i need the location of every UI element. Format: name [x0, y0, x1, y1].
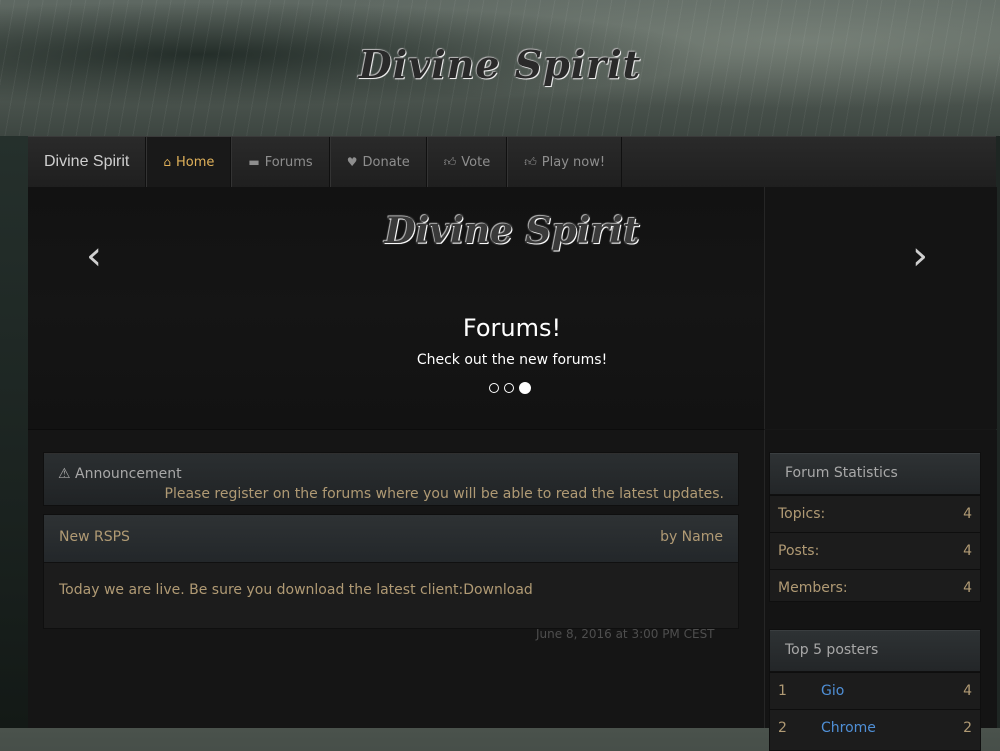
announcement-panel: ⚠ Announcement Please register on the fo… [43, 452, 739, 506]
main-container: Divine Spirit ⌂ Home ▬ Forums ♥ Donate 👍… [28, 136, 997, 751]
forum-statistics-panel: Forum Statistics Topics: 4 Posts: 4 Memb… [769, 452, 981, 602]
navbar-brand[interactable]: Divine Spirit [28, 137, 147, 187]
nav-vote[interactable]: 👍︎ Vote [426, 137, 508, 187]
nav-home-label: Home [175, 154, 215, 170]
top-posters-panel: Top 5 posters 1 Gio 4 2 Chrome 2 [769, 629, 981, 751]
stat-row-posts: Posts: 4 [770, 532, 980, 569]
poster-rank: 2 [778, 720, 787, 736]
poster-name-link[interactable]: Chrome [821, 720, 876, 736]
nav-donate-label: Donate [362, 154, 410, 170]
carousel-indicator-1[interactable] [489, 383, 499, 393]
news-header: New RSPS by Name [44, 515, 738, 563]
announcement-text: Please register on the forums where you … [164, 486, 725, 502]
stat-value: 4 [963, 506, 972, 522]
carousel-indicator-2[interactable] [504, 383, 514, 393]
poster-name-link[interactable]: Gio [821, 683, 844, 699]
nav-forums-label: Forums [264, 154, 313, 170]
nav-play-now-label: Play now! [541, 154, 606, 170]
poster-rank: 1 [778, 683, 787, 699]
top-posters-header: Top 5 posters [770, 630, 980, 672]
stat-label: Posts: [778, 543, 820, 559]
news-post: New RSPS by Name Today we are live. Be s… [43, 514, 739, 629]
news-body-text: Today we are live. Be sure you download … [59, 582, 464, 598]
heart-icon: ♥ [346, 155, 358, 169]
stat-row-members: Members: 4 [770, 569, 980, 606]
forum-statistics-header: Forum Statistics [770, 453, 980, 495]
announcement-title: Announcement [75, 466, 182, 482]
stat-value: 4 [963, 580, 972, 596]
carousel-title: Forums! [462, 314, 562, 342]
poster-count: 4 [963, 683, 972, 699]
carousel-indicator-3[interactable] [519, 382, 531, 394]
carousel-caption: Check out the new forums! [416, 352, 608, 368]
site-logo[interactable]: Divine Spirit [0, 42, 1000, 87]
comment-icon: ▬ [248, 155, 260, 169]
news-body: Today we are live. Be sure you download … [59, 582, 533, 598]
stat-row-topics: Topics: 4 [770, 495, 980, 532]
carousel-next-icon[interactable]: › [912, 236, 928, 276]
navbar: Divine Spirit ⌂ Home ▬ Forums ♥ Donate 👍… [28, 136, 996, 188]
nav-donate[interactable]: ♥ Donate [329, 137, 427, 187]
nav-forums[interactable]: ▬ Forums [231, 137, 330, 187]
carousel-indicators [489, 382, 531, 394]
thumbs-up-icon: 👍︎ [443, 154, 457, 169]
carousel-logo: Divine Spirit [384, 210, 640, 252]
forum-statistics-title: Forum Statistics [785, 465, 898, 481]
news-date: June 8, 2016 at 3:00 PM CEST [536, 627, 715, 641]
announcement-heading: ⚠ Announcement [58, 466, 182, 482]
poster-count: 2 [963, 720, 972, 736]
thumbs-up-icon: 👍︎ [524, 154, 537, 169]
stat-label: Topics: [778, 506, 826, 522]
news-author: by Name [660, 529, 723, 545]
background-left [0, 136, 28, 728]
stat-value: 4 [963, 543, 972, 559]
news-title[interactable]: New RSPS [59, 529, 130, 545]
nav-vote-label: Vote [461, 154, 491, 170]
download-link[interactable]: Download [463, 582, 533, 598]
carousel-prev-icon[interactable]: ‹ [86, 236, 102, 276]
poster-row: 1 Gio 4 [770, 672, 980, 709]
stat-label: Members: [778, 580, 848, 596]
top-posters-title: Top 5 posters [785, 642, 879, 658]
nav-home[interactable]: ⌂ Home [146, 137, 232, 187]
nav-play-now[interactable]: 👍︎ Play now! [507, 137, 623, 187]
warning-icon: ⚠ [58, 466, 71, 482]
header-banner: Divine Spirit [0, 0, 1000, 136]
home-icon: ⌂ [163, 155, 171, 169]
